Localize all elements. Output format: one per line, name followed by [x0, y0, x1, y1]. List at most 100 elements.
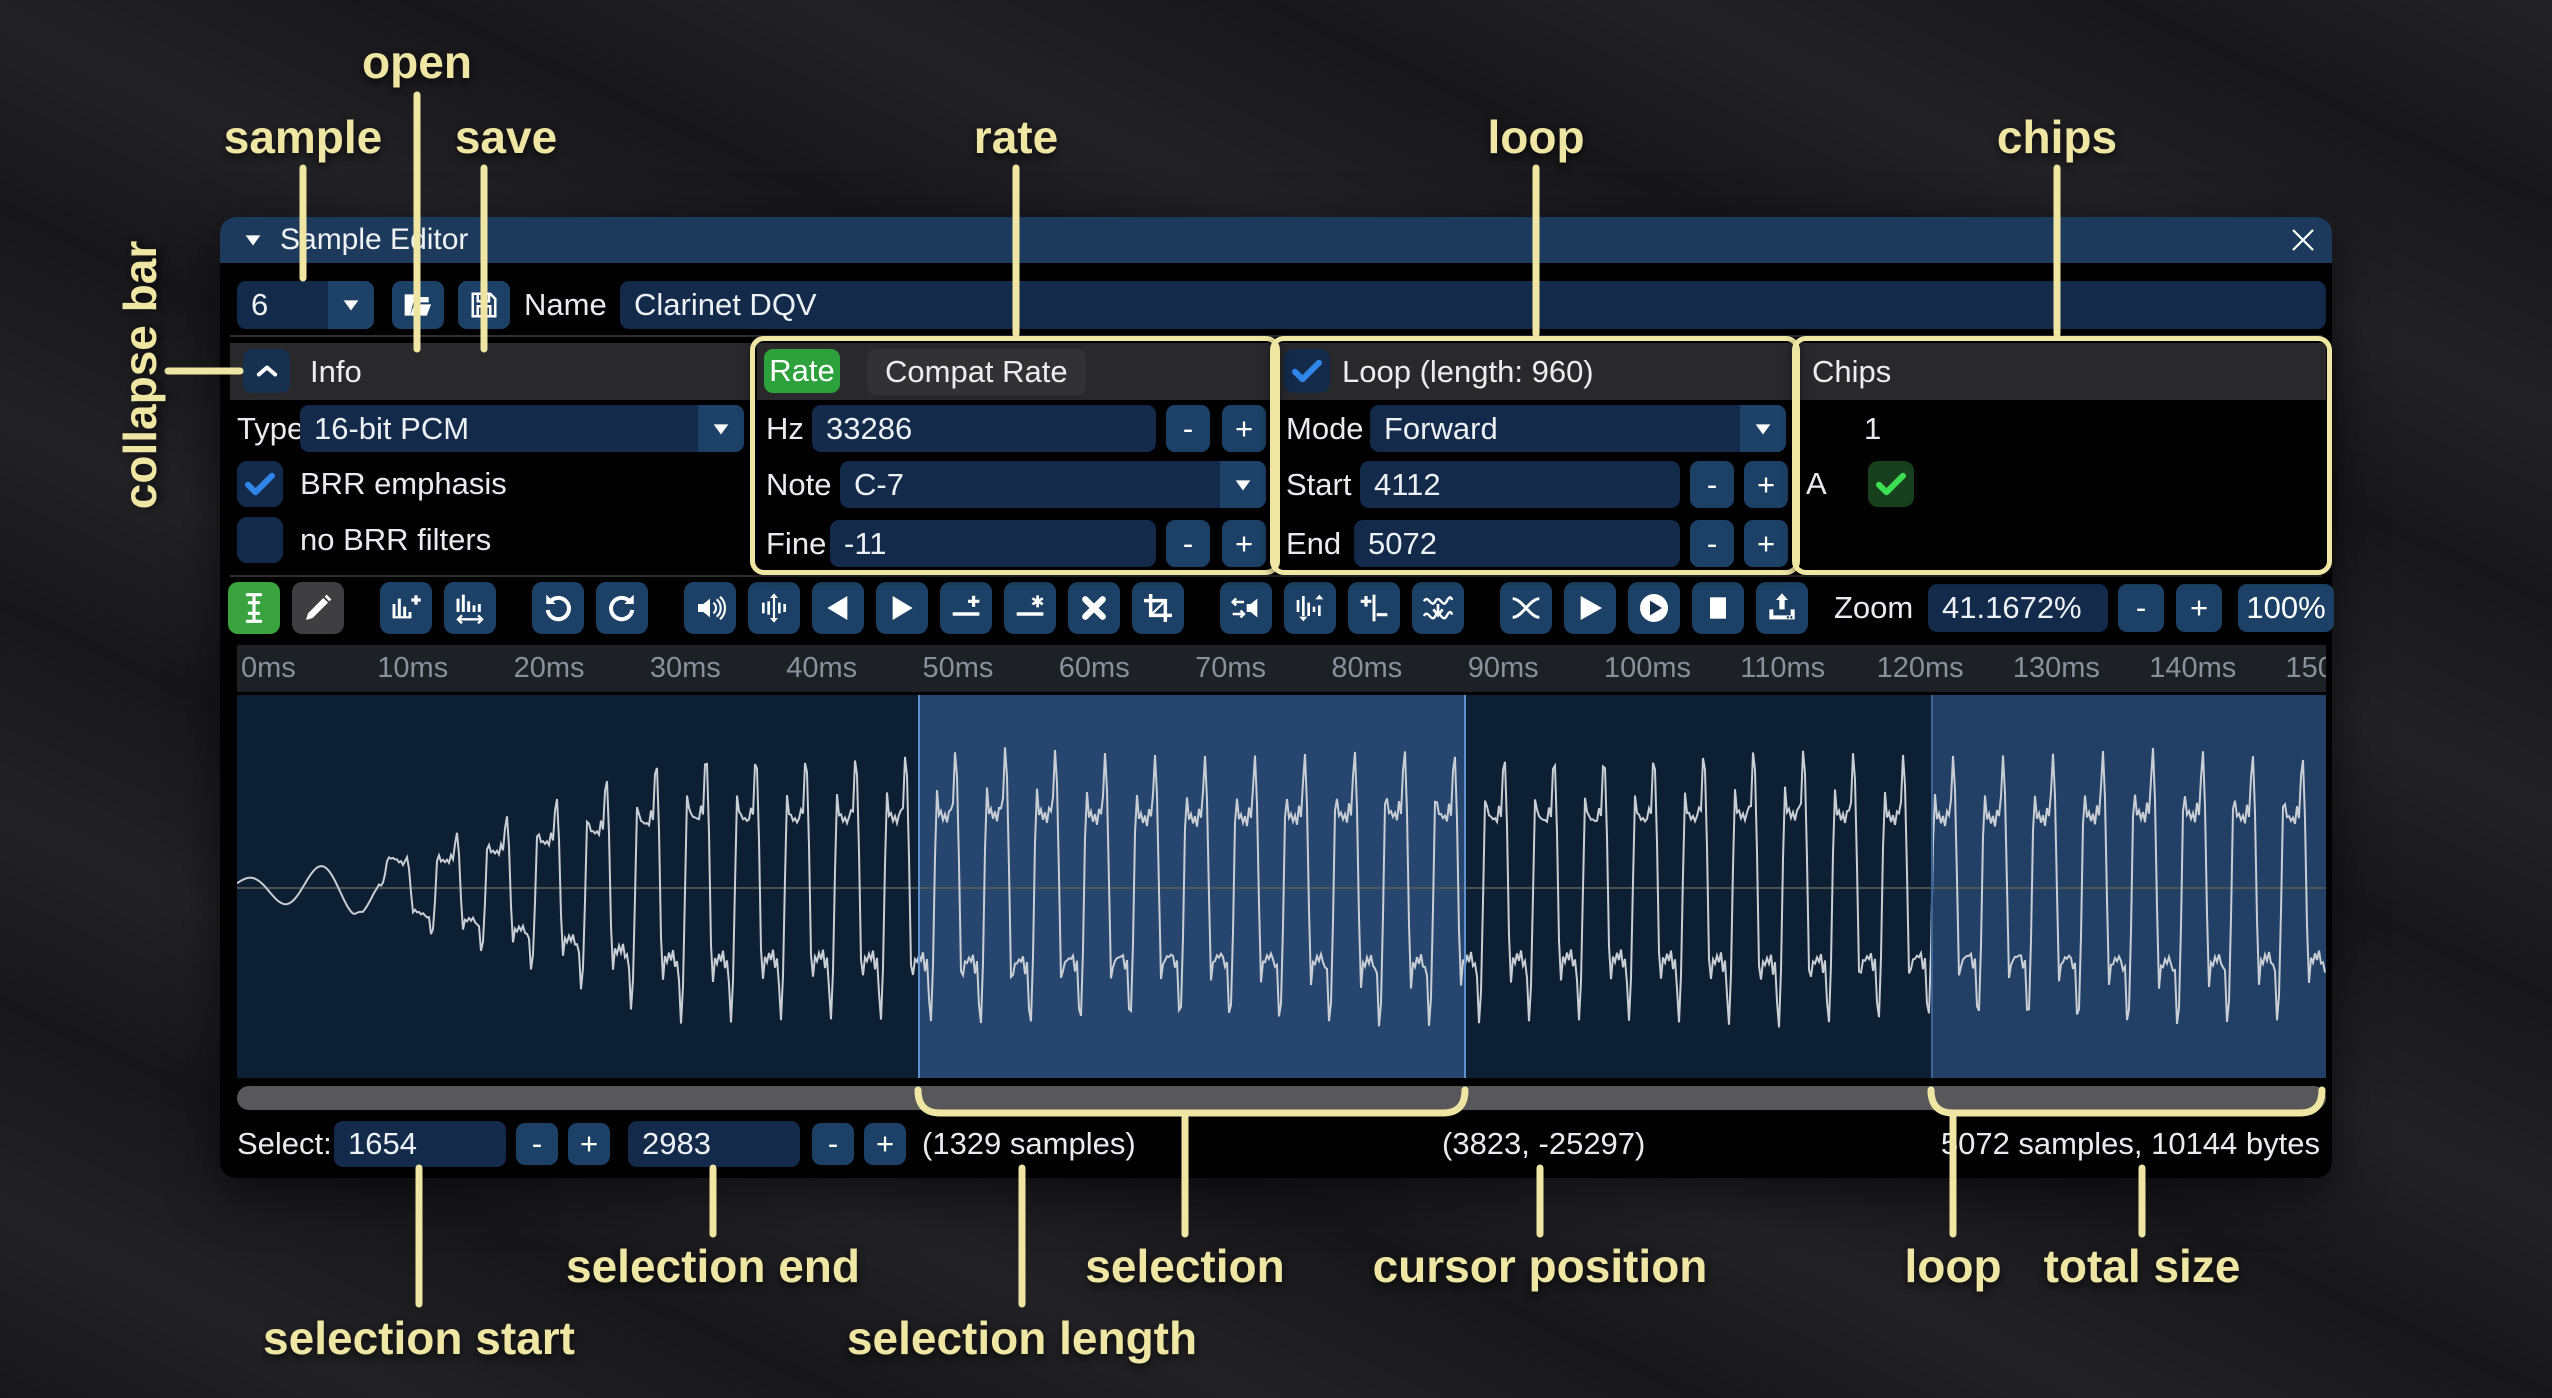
zoom-input[interactable]: 41.1672% — [1928, 584, 2108, 632]
name-input[interactable]: Clarinet DQV — [620, 281, 2326, 329]
stop-preview-button[interactable] — [1692, 582, 1744, 634]
selection-end-plus-button[interactable]: + — [864, 1123, 906, 1165]
wave-plus-icon — [390, 592, 422, 624]
chip-enable-checkbox[interactable] — [1868, 461, 1914, 507]
chevron-down-icon[interactable] — [1740, 405, 1786, 452]
edit-mode-select-button[interactable] — [228, 582, 280, 634]
ruler-tick: 90ms — [1468, 652, 1539, 685]
loop-end-input[interactable]: 5072 — [1354, 520, 1680, 567]
fine-plus-button[interactable]: + — [1222, 520, 1266, 567]
delete-button[interactable] — [1068, 582, 1120, 634]
zoom-in-button[interactable]: + — [2176, 584, 2222, 632]
close-icon[interactable] — [2288, 225, 2318, 255]
floppy-disk-icon — [469, 290, 499, 320]
annotation-open: open — [362, 35, 472, 89]
selection-start-plus-button[interactable]: + — [568, 1123, 610, 1165]
edit-mode-draw-button[interactable] — [292, 582, 344, 634]
loop-start-plus-button[interactable]: + — [1744, 461, 1788, 508]
sample-selector-value: 6 — [251, 287, 268, 323]
sample-toolbar: Zoom 41.1672% - + 100% — [228, 582, 2326, 634]
name-label: Name — [524, 281, 607, 329]
chevron-down-icon[interactable] — [1220, 461, 1266, 508]
preview-button[interactable] — [1564, 582, 1616, 634]
selection-end-minus-button[interactable]: - — [812, 1123, 854, 1165]
redo-button[interactable] — [596, 582, 648, 634]
zoom-reset-button[interactable]: 100% — [2238, 584, 2334, 632]
titlebar[interactable]: Sample Editor — [220, 217, 2332, 263]
trim-button[interactable] — [1132, 582, 1184, 634]
check-icon — [1873, 466, 1909, 502]
chips-row-label: A — [1806, 461, 1827, 507]
horizontal-scrollbar[interactable] — [237, 1086, 2326, 1110]
no-brr-filters-checkbox[interactable] — [237, 517, 283, 563]
selection-end-edge[interactable] — [1464, 695, 1466, 1078]
apply-silence-button[interactable] — [1004, 582, 1056, 634]
loop-start-edge[interactable] — [1931, 695, 1933, 1078]
annotation-selection-end: selection end — [566, 1239, 860, 1293]
rate-badge-button[interactable]: Rate — [764, 349, 840, 393]
loop-end-plus-button[interactable]: + — [1744, 520, 1788, 567]
fine-minus-button[interactable]: - — [1166, 520, 1210, 567]
ruler-tick: 30ms — [650, 652, 721, 685]
line-plus-icon — [950, 592, 982, 624]
resample-button[interactable] — [444, 582, 496, 634]
fine-label: Fine — [766, 520, 826, 567]
chips-panel-title: Chips — [1812, 354, 1891, 390]
insert-silence-button[interactable] — [940, 582, 992, 634]
save-button[interactable] — [458, 281, 510, 329]
selection-start-input[interactable]: 1654 — [334, 1121, 506, 1167]
selection-start-minus-button[interactable]: - — [516, 1123, 558, 1165]
info-panel-header: Info — [230, 343, 752, 400]
loop-mode-select[interactable]: Forward — [1370, 405, 1786, 452]
crossfade-loop-button[interactable] — [1500, 582, 1552, 634]
reverse-button[interactable] — [1220, 582, 1272, 634]
invert-button[interactable] — [1284, 582, 1336, 634]
waveform-display[interactable] — [237, 695, 2326, 1078]
fine-input[interactable]: -11 — [830, 520, 1156, 567]
ibeam-icon — [238, 592, 270, 624]
loop-start-input[interactable]: 4112 — [1360, 461, 1680, 508]
annotation-chips: chips — [1997, 110, 2117, 164]
apply-filter-button[interactable] — [1412, 582, 1464, 634]
preview-loop-button[interactable] — [1628, 582, 1680, 634]
create-instrument-button[interactable] — [1756, 582, 1808, 634]
signed-unsigned-button[interactable] — [1348, 582, 1400, 634]
note-select[interactable]: C-7 — [840, 461, 1266, 508]
hz-label: Hz — [766, 405, 804, 452]
stop-icon — [1702, 592, 1734, 624]
loop-enable-checkbox[interactable] — [1284, 349, 1330, 393]
brr-emphasis-checkbox[interactable] — [237, 461, 283, 507]
type-select[interactable]: 16-bit PCM — [300, 405, 744, 452]
open-button[interactable] — [392, 281, 444, 329]
crossfade-icon — [1510, 592, 1542, 624]
hz-minus-button[interactable]: - — [1166, 405, 1210, 452]
ruler-tick: 10ms — [377, 652, 448, 685]
chevron-down-icon[interactable] — [698, 405, 744, 452]
sample-selector[interactable]: 6 — [237, 281, 374, 329]
undo-button[interactable] — [532, 582, 584, 634]
info-collapse-button[interactable] — [243, 349, 290, 393]
separator — [230, 335, 2322, 337]
loop-start-minus-button[interactable]: - — [1690, 461, 1734, 508]
window-collapse-icon[interactable] — [242, 229, 264, 251]
ruler-tick: 130ms — [2013, 652, 2100, 685]
fade-out-button[interactable] — [876, 582, 928, 634]
annotation-cursor-position: cursor position — [1373, 1239, 1708, 1293]
rate-panel-title[interactable]: Compat Rate — [867, 349, 1086, 395]
selection-start-edge[interactable] — [918, 695, 920, 1078]
annotation-save: save — [455, 110, 557, 164]
normalize-button[interactable] — [748, 582, 800, 634]
selection-end-input[interactable]: 2983 — [628, 1121, 800, 1167]
loop-end-minus-button[interactable]: - — [1690, 520, 1734, 567]
info-panel-title: Info — [310, 354, 362, 390]
amplify-button[interactable] — [684, 582, 736, 634]
fade-in-button[interactable] — [812, 582, 864, 634]
zoom-label: Zoom — [1834, 582, 1913, 634]
zoom-out-button[interactable]: - — [2118, 584, 2164, 632]
hz-input[interactable]: 33286 — [812, 405, 1156, 452]
resize-button[interactable] — [380, 582, 432, 634]
type-label: Type — [237, 405, 304, 452]
hz-plus-button[interactable]: + — [1222, 405, 1266, 452]
chevron-down-icon[interactable] — [328, 281, 374, 329]
ruler-tick: 40ms — [786, 652, 857, 685]
